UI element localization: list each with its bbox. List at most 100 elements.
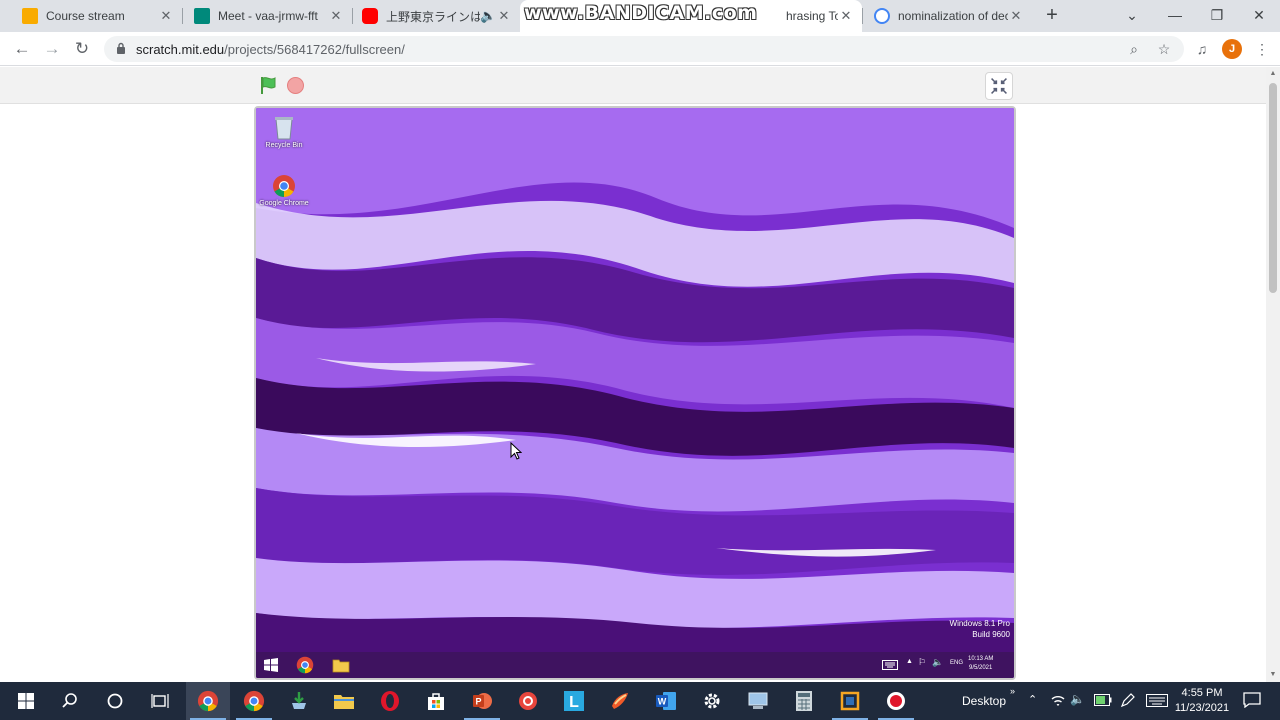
inner-clock-date: 9/5/2021 [969, 665, 993, 671]
profile-avatar[interactable]: J [1222, 39, 1242, 59]
back-button[interactable]: ← [8, 35, 36, 63]
inner-clock[interactable]: 10:13 AM 9/5/2021 [968, 655, 993, 673]
page-scrollbar[interactable]: ▲ ▼ [1266, 67, 1280, 682]
taskbar-settings[interactable] [690, 682, 734, 720]
volume-icon[interactable]: 🔈 [1070, 692, 1085, 706]
keyboard-icon[interactable] [882, 660, 898, 670]
taskbar-bandicam[interactable] [874, 682, 918, 720]
desktop-icon-google-chrome[interactable]: Google Chrome [256, 174, 312, 207]
scratch-stage[interactable]: Recycle Bin Google Chrome Windows 8.1 Pr… [254, 106, 1016, 680]
tab-search-chevron-icon[interactable]: ⌄ [1117, 0, 1147, 32]
battery-icon[interactable] [1094, 694, 1112, 706]
taskbar-calculator[interactable] [782, 682, 826, 720]
recycle-bin-icon [275, 117, 293, 140]
wifi-icon[interactable] [1050, 694, 1066, 708]
reload-button[interactable]: ↻ [68, 35, 96, 63]
close-icon[interactable]: ✕ [1008, 8, 1024, 24]
computer-icon [748, 692, 768, 709]
restore-button[interactable]: ❐ [1202, 0, 1232, 32]
volume-icon[interactable]: 🔈 [932, 657, 943, 668]
scroll-thumb[interactable] [1269, 83, 1277, 293]
l-app-icon: L [564, 691, 584, 711]
desktop-toolbar-label[interactable]: Desktop [962, 694, 1006, 708]
notification-icon[interactable] [1243, 692, 1261, 708]
tab-title: Course stream [46, 9, 125, 23]
cortana-icon [107, 693, 123, 709]
tab-meet[interactable]: Meet - vaa-jrmw-fft ✕ [172, 0, 352, 32]
task-view-button[interactable] [138, 682, 182, 720]
virtualbox-icon [840, 691, 860, 711]
task-view-icon [151, 694, 169, 708]
chrome-icon [243, 690, 265, 712]
mouse-cursor-icon [510, 442, 522, 460]
installer-icon [292, 692, 306, 709]
cortana-button[interactable] [93, 682, 137, 720]
menu-kebab-icon[interactable]: ⋮ [1248, 35, 1276, 63]
chrome-icon[interactable] [296, 656, 314, 674]
forward-button[interactable]: → [38, 35, 66, 63]
lock-icon [117, 42, 125, 54]
windows-taskbar: P L W [0, 682, 1280, 720]
taskbar-powerpoint[interactable]: P [460, 682, 504, 720]
network-icon[interactable]: ⚐ [918, 657, 926, 668]
stop-button[interactable] [287, 77, 304, 94]
tab-title: 上野東京ラインは大 [386, 9, 480, 24]
taskbar-installer[interactable] [277, 682, 321, 720]
scroll-down-icon[interactable]: ▼ [1266, 668, 1280, 682]
toolbar-chevron-icon[interactable]: » [1010, 686, 1015, 696]
settings-icon [704, 693, 720, 709]
minimize-button[interactable]: — [1160, 0, 1190, 32]
tray-overflow-icon[interactable]: ⌃ [1028, 693, 1037, 706]
taskbar-file-explorer[interactable] [322, 682, 366, 720]
close-icon[interactable]: ✕ [496, 8, 512, 24]
google-icon [874, 8, 890, 24]
taskbar-computer[interactable] [736, 682, 780, 720]
svg-text:P: P [475, 697, 481, 707]
taskbar-store[interactable] [414, 682, 458, 720]
tray-chevron-icon[interactable]: ▲ [906, 658, 913, 665]
tab-title: nominalization of dec [898, 9, 1008, 23]
taskbar-virtualbox[interactable] [828, 682, 872, 720]
tab-google-search[interactable]: nominalization of dec ✕ [852, 0, 1032, 32]
green-flag-icon[interactable] [258, 75, 278, 95]
tab-course-stream[interactable]: Course stream ✕ [0, 0, 182, 32]
start-button[interactable] [4, 682, 48, 720]
windows-start-icon[interactable] [264, 658, 278, 672]
taskbar-l-app[interactable]: L [552, 682, 596, 720]
zoom-icon[interactable]: ⌕ [1124, 39, 1144, 59]
word-icon: W [656, 692, 676, 710]
taskbar-chrome-active[interactable] [186, 682, 230, 720]
clock-time: 4:55 PM [1181, 687, 1223, 699]
search-button[interactable] [48, 682, 92, 720]
media-controls-icon[interactable]: ♫ [1188, 35, 1216, 63]
exit-fullscreen-icon[interactable] [985, 72, 1013, 100]
address-bar[interactable]: scratch.mit.edu/projects/568417262/fulls… [104, 36, 1184, 62]
powerpoint-icon: P [473, 693, 492, 709]
taskbar-clock[interactable]: 4:55 PM 11/23/2021 [1170, 686, 1234, 716]
bandicam-record-icon [887, 692, 905, 710]
youtube-icon [362, 8, 378, 24]
pen-icon[interactable] [1120, 692, 1136, 708]
taskbar-paint[interactable] [598, 682, 642, 720]
touch-keyboard-icon[interactable] [1146, 694, 1168, 707]
file-explorer-icon [334, 695, 354, 709]
file-explorer-icon[interactable] [332, 657, 350, 673]
tab-youtube[interactable]: 上野東京ラインは大 🔈 ✕ [340, 0, 520, 32]
paint-icon [612, 693, 628, 709]
tab-title: Meet - vaa-jrmw-fft [218, 9, 318, 23]
taskbar-word[interactable]: W [644, 682, 688, 720]
bookmark-star-icon[interactable]: ☆ [1154, 39, 1174, 59]
desktop-icon-recycle-bin[interactable]: Recycle Bin [256, 114, 312, 149]
new-tab-button[interactable]: + [1040, 4, 1064, 28]
inner-language[interactable]: ENG [950, 660, 963, 666]
windows-watermark: Windows 8.1 Pro Build 9600 [950, 618, 1010, 640]
taskbar-opera[interactable] [368, 682, 412, 720]
taskbar-recorder[interactable] [506, 682, 550, 720]
url-text[interactable]: scratch.mit.edu/projects/568417262/fulls… [136, 42, 405, 57]
scroll-up-icon[interactable]: ▲ [1266, 67, 1280, 81]
recorder-icon [519, 692, 537, 710]
speaker-icon[interactable]: 🔈 [480, 8, 496, 24]
close-window-button[interactable]: ✕ [1244, 0, 1274, 32]
svg-text:L: L [569, 694, 579, 711]
taskbar-chrome[interactable] [232, 682, 276, 720]
